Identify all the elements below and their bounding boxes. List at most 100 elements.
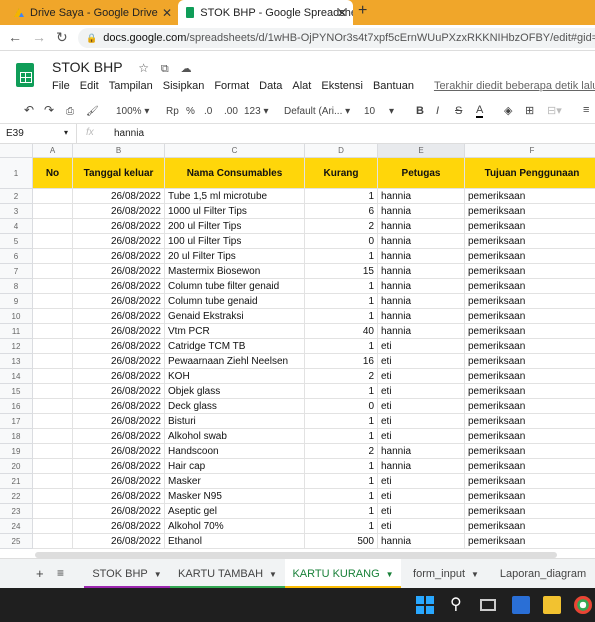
cell-name[interactable]: Deck glass bbox=[165, 399, 305, 414]
cell-purpose[interactable]: pemeriksaan bbox=[465, 519, 595, 534]
cell-name[interactable]: 100 ul Filter Tips bbox=[165, 234, 305, 249]
column-header-b[interactable]: B bbox=[73, 144, 165, 158]
cell-no[interactable] bbox=[33, 339, 73, 354]
cell-no[interactable] bbox=[33, 219, 73, 234]
cell-name[interactable]: Column tube genaid bbox=[165, 294, 305, 309]
cell-staff[interactable]: hannia bbox=[378, 534, 465, 549]
reload-icon[interactable]: ↻ bbox=[56, 29, 68, 46]
cell-staff[interactable]: hannia bbox=[378, 264, 465, 279]
cell-date[interactable]: 26/08/2022 bbox=[73, 369, 165, 384]
menu-tools[interactable]: Alat bbox=[292, 80, 311, 92]
row-header[interactable]: 22 bbox=[0, 489, 33, 504]
column-title[interactable]: Kurang bbox=[305, 158, 378, 189]
cell-qty[interactable]: 1 bbox=[305, 474, 378, 489]
row-header[interactable]: 11 bbox=[0, 324, 33, 339]
cell-date[interactable]: 26/08/2022 bbox=[73, 264, 165, 279]
row-header[interactable]: 15 bbox=[0, 384, 33, 399]
cell-purpose[interactable]: pemeriksaan bbox=[465, 204, 595, 219]
search-icon[interactable]: ⚲ bbox=[450, 594, 468, 613]
add-sheet-icon[interactable]: + bbox=[36, 566, 44, 581]
column-title[interactable]: No bbox=[33, 158, 73, 189]
cell-staff[interactable]: hannia bbox=[378, 219, 465, 234]
forward-arrow-icon[interactable]: → bbox=[32, 29, 46, 45]
row-header[interactable]: 25 bbox=[0, 534, 33, 549]
increase-decimal-button[interactable]: .00 bbox=[224, 106, 238, 117]
cell-qty[interactable]: 0 bbox=[305, 399, 378, 414]
cell-purpose[interactable]: pemeriksaan bbox=[465, 474, 595, 489]
cell-qty[interactable]: 2 bbox=[305, 444, 378, 459]
paint-format-icon[interactable]: 🖌 bbox=[86, 106, 99, 117]
row-header[interactable]: 16 bbox=[0, 399, 33, 414]
cell-name[interactable]: Handscoon bbox=[165, 444, 305, 459]
align-icon[interactable]: ≡ bbox=[583, 104, 589, 116]
cell-staff[interactable]: eti bbox=[378, 429, 465, 444]
cell-date[interactable]: 26/08/2022 bbox=[73, 294, 165, 309]
cell-purpose[interactable]: pemeriksaan bbox=[465, 414, 595, 429]
decrease-decimal-button[interactable]: .0 bbox=[204, 106, 212, 117]
cell-staff[interactable]: eti bbox=[378, 399, 465, 414]
cell-no[interactable] bbox=[33, 354, 73, 369]
chrome-icon[interactable] bbox=[574, 596, 592, 614]
cell-date[interactable]: 26/08/2022 bbox=[73, 339, 165, 354]
task-view-icon[interactable] bbox=[480, 599, 496, 611]
cell-qty[interactable]: 16 bbox=[305, 354, 378, 369]
cell-no[interactable] bbox=[33, 279, 73, 294]
row-header[interactable]: 9 bbox=[0, 294, 33, 309]
cell-name[interactable]: Ethanol bbox=[165, 534, 305, 549]
cell-staff[interactable]: hannia bbox=[378, 189, 465, 204]
cell-no[interactable] bbox=[33, 489, 73, 504]
cell-no[interactable] bbox=[33, 534, 73, 549]
cell-date[interactable]: 26/08/2022 bbox=[73, 399, 165, 414]
cell-purpose[interactable]: pemeriksaan bbox=[465, 279, 595, 294]
cell-date[interactable]: 26/08/2022 bbox=[73, 444, 165, 459]
cell-staff[interactable]: hannia bbox=[378, 294, 465, 309]
cell-purpose[interactable]: pemeriksaan bbox=[465, 339, 595, 354]
cell-no[interactable] bbox=[33, 429, 73, 444]
cell-purpose[interactable]: pemeriksaan bbox=[465, 309, 595, 324]
cell-purpose[interactable]: pemeriksaan bbox=[465, 534, 595, 549]
cell-qty[interactable]: 1 bbox=[305, 309, 378, 324]
cell-name[interactable]: 20 ul Filter Tips bbox=[165, 249, 305, 264]
menu-help[interactable]: Bantuan bbox=[373, 80, 414, 92]
cell-staff[interactable]: hannia bbox=[378, 459, 465, 474]
cell-qty[interactable]: 0 bbox=[305, 234, 378, 249]
row-header[interactable]: 4 bbox=[0, 219, 33, 234]
cell-date[interactable]: 26/08/2022 bbox=[73, 384, 165, 399]
cell-staff[interactable]: hannia bbox=[378, 444, 465, 459]
all-sheets-icon[interactable]: ≡ bbox=[57, 566, 64, 580]
cell-purpose[interactable]: pemeriksaan bbox=[465, 369, 595, 384]
cell-staff[interactable]: hannia bbox=[378, 234, 465, 249]
cell-date[interactable]: 26/08/2022 bbox=[73, 324, 165, 339]
cell-name[interactable]: Masker N95 bbox=[165, 489, 305, 504]
text-color-icon[interactable]: A bbox=[476, 104, 484, 118]
cell-no[interactable] bbox=[33, 519, 73, 534]
cell-qty[interactable]: 1 bbox=[305, 459, 378, 474]
cell-no[interactable] bbox=[33, 369, 73, 384]
cell-date[interactable]: 26/08/2022 bbox=[73, 234, 165, 249]
new-tab-icon[interactable]: + bbox=[358, 2, 367, 20]
cell-staff[interactable]: eti bbox=[378, 384, 465, 399]
cell-name[interactable]: Hair cap bbox=[165, 459, 305, 474]
cell-date[interactable]: 26/08/2022 bbox=[73, 459, 165, 474]
menu-file[interactable]: File bbox=[52, 80, 70, 92]
row-header[interactable]: 24 bbox=[0, 519, 33, 534]
cell-staff[interactable]: eti bbox=[378, 339, 465, 354]
cell-no[interactable] bbox=[33, 324, 73, 339]
row-header[interactable]: 19 bbox=[0, 444, 33, 459]
cell-purpose[interactable]: pemeriksaan bbox=[465, 249, 595, 264]
sheet-tab-stok-bhp[interactable]: STOK BHP ▼ bbox=[84, 559, 170, 589]
column-header-f[interactable]: F bbox=[465, 144, 595, 158]
cell-staff[interactable]: eti bbox=[378, 354, 465, 369]
cell-qty[interactable]: 1 bbox=[305, 249, 378, 264]
cell-purpose[interactable]: pemeriksaan bbox=[465, 489, 595, 504]
borders-icon[interactable]: ⊞ bbox=[525, 104, 534, 117]
back-arrow-icon[interactable]: ← bbox=[8, 29, 22, 45]
cell-no[interactable] bbox=[33, 384, 73, 399]
cell-purpose[interactable]: pemeriksaan bbox=[465, 429, 595, 444]
cell-name[interactable]: Tube 1,5 ml microtube bbox=[165, 189, 305, 204]
column-title[interactable]: Petugas bbox=[378, 158, 465, 189]
row-header[interactable]: 23 bbox=[0, 504, 33, 519]
cell-staff[interactable]: hannia bbox=[378, 309, 465, 324]
formula-input[interactable]: hannia bbox=[114, 128, 144, 139]
row-header[interactable]: 20 bbox=[0, 459, 33, 474]
